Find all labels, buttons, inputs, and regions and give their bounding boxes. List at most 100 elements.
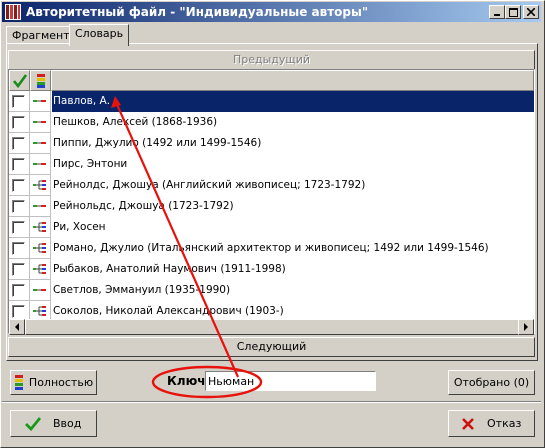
- list-item[interactable]: Рейнольдс, Джошуа (1723-1792): [9, 196, 534, 217]
- type-cell: [30, 259, 51, 280]
- author-name: Рейнолдс, Джошуа (Английский живописец; …: [53, 179, 366, 191]
- close-button[interactable]: [523, 5, 539, 19]
- list-item[interactable]: Рыбаков, Анатолий Наумович (1911-1998): [9, 259, 534, 280]
- selected-count-button[interactable]: Отобрано (0): [448, 370, 535, 395]
- list-item[interactable]: Павлов, А.: [9, 91, 534, 112]
- check-cell: [9, 175, 30, 196]
- row-checkbox[interactable]: [12, 305, 25, 318]
- list-item[interactable]: Рейнолдс, Джошуа (Английский живописец; …: [9, 175, 534, 196]
- key-input[interactable]: [205, 371, 376, 391]
- record-tree-icon: [33, 243, 46, 253]
- record-tree-icon: [33, 180, 46, 190]
- type-cell: [30, 112, 51, 133]
- minimize-icon: [494, 14, 500, 16]
- previous-button[interactable]: Предыдущий: [8, 50, 535, 70]
- close-icon: [527, 8, 535, 16]
- check-cell: [9, 238, 30, 259]
- author-list[interactable]: Павлов, А. Пешков, Алексей (1868-1936) Пип…: [8, 69, 535, 334]
- check-cell: [9, 91, 30, 112]
- author-name: Пешков, Алексей (1868-1936): [53, 116, 218, 128]
- maximize-icon: [508, 7, 518, 17]
- type-cell: [30, 133, 51, 154]
- check-cell: [9, 112, 30, 133]
- previous-label: Предыдущий: [232, 53, 311, 66]
- row-checkbox[interactable]: [12, 242, 25, 255]
- maximize-button[interactable]: [505, 5, 521, 19]
- row-checkbox[interactable]: [12, 179, 25, 192]
- row-checkbox[interactable]: [12, 221, 25, 234]
- row-checkbox[interactable]: [12, 137, 25, 150]
- scroll-left-button[interactable]: [9, 319, 25, 335]
- window-title: Авторитетный файл - "Индивидуальные авто…: [26, 5, 369, 19]
- row-checkbox[interactable]: [12, 263, 25, 276]
- full-button-label: Полностью: [28, 376, 94, 389]
- type-cell: [30, 154, 51, 175]
- row-checkbox[interactable]: [12, 158, 25, 171]
- row-checkbox[interactable]: [12, 116, 25, 129]
- title-bar[interactable]: Авторитетный файл - "Индивидуальные авто…: [2, 2, 541, 22]
- checkmark-icon: [12, 74, 28, 89]
- cancel-button-label: Отказ: [487, 417, 522, 430]
- row-checkbox[interactable]: [12, 284, 25, 297]
- check-cell: [9, 217, 30, 238]
- tab-fragment-label: Фрагмент: [12, 29, 70, 42]
- arrow-left-icon: [15, 323, 19, 331]
- selected-count-label: Отобрано (0): [453, 376, 530, 389]
- horizontal-scrollbar[interactable]: [9, 319, 534, 335]
- record-single-icon: [33, 163, 46, 165]
- type-cell: [30, 196, 51, 217]
- type-cell: [30, 91, 51, 112]
- header-name-column[interactable]: [51, 70, 534, 91]
- hierarchy-icon: [37, 74, 45, 88]
- check-cell: [9, 280, 30, 301]
- record-single-icon: [33, 205, 46, 207]
- cross-icon: [462, 417, 474, 430]
- author-name: Рейнольдс, Джошуа (1723-1792): [53, 200, 234, 212]
- type-cell: [30, 175, 51, 196]
- author-name: Ри, Хосен: [53, 221, 106, 233]
- type-cell: [30, 217, 51, 238]
- next-button[interactable]: Следующий: [8, 337, 535, 357]
- author-name: Романо, Джулио (Итальянский архитектор и…: [53, 242, 489, 254]
- row-checkbox[interactable]: [12, 200, 25, 213]
- cancel-button[interactable]: Отказ: [448, 410, 535, 437]
- check-cell: [9, 133, 30, 154]
- ok-button-label: Ввод: [53, 417, 82, 430]
- header-type-column[interactable]: [30, 70, 51, 91]
- header-check-column[interactable]: [9, 70, 30, 91]
- full-button[interactable]: Полностью: [10, 370, 97, 395]
- tab-dictionary-label: Словарь: [75, 27, 124, 40]
- record-single-icon: [33, 289, 46, 291]
- record-single-icon: [33, 142, 46, 144]
- row-checkbox[interactable]: [12, 95, 25, 108]
- record-tree-icon: [33, 264, 46, 274]
- list-item[interactable]: Пирс, Энтони: [9, 154, 534, 175]
- type-cell: [30, 238, 51, 259]
- author-name: Пиппи, Джулио (1492 или 1499-1546): [53, 137, 262, 149]
- checkmark-icon: [25, 416, 41, 431]
- record-tree-icon: [33, 222, 46, 232]
- scroll-right-button[interactable]: [518, 319, 534, 335]
- check-cell: [9, 259, 30, 280]
- list-item[interactable]: Ри, Хосен: [9, 217, 534, 238]
- scroll-thumb[interactable]: [25, 319, 522, 335]
- author-name: Рыбаков, Анатолий Наумович (1911-1998): [53, 263, 286, 275]
- footer-separator: [2, 401, 541, 403]
- type-cell: [30, 280, 51, 301]
- tab-fragment[interactable]: Фрагмент: [6, 26, 76, 44]
- check-cell: [9, 154, 30, 175]
- app-icon: [5, 4, 21, 20]
- ok-button[interactable]: Ввод: [10, 410, 97, 437]
- tab-dictionary[interactable]: Словарь: [69, 24, 130, 46]
- list-item[interactable]: Пиппи, Джулио (1492 или 1499-1546): [9, 133, 534, 154]
- arrow-right-icon: [524, 323, 528, 331]
- author-name: Пирс, Энтони: [53, 158, 128, 170]
- list-item[interactable]: Пешков, Алексей (1868-1936): [9, 112, 534, 133]
- list-item[interactable]: Романо, Джулио (Итальянский архитектор и…: [9, 238, 534, 259]
- record-tree-icon: [33, 306, 46, 316]
- record-single-icon: [33, 121, 46, 123]
- list-item[interactable]: Светлов, Эммануил (1935-1990): [9, 280, 534, 301]
- author-name: Павлов, А.: [52, 91, 534, 112]
- next-label: Следующий: [236, 340, 307, 353]
- minimize-button[interactable]: [489, 5, 505, 19]
